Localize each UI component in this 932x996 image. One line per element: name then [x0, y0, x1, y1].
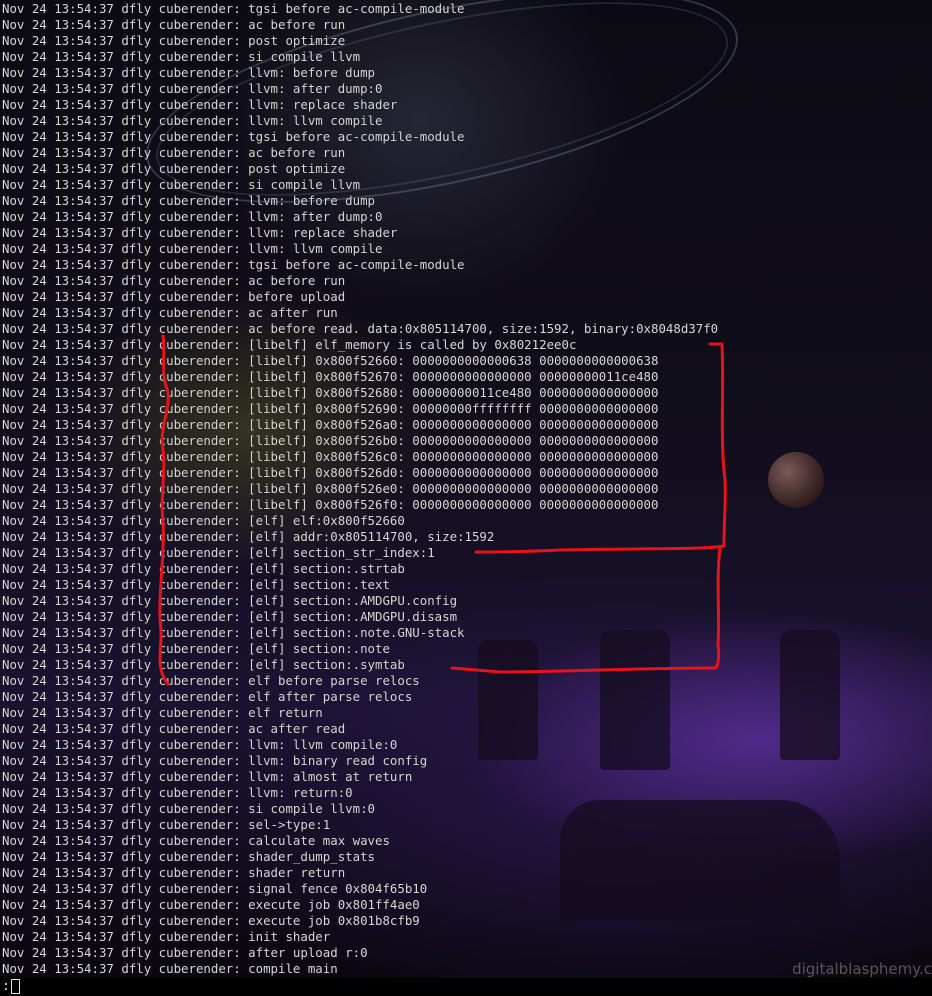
pager-prompt[interactable]: :	[0, 978, 932, 996]
log-line: Nov 24 13:54:37 dfly cuberender: [elf] s…	[2, 609, 458, 624]
log-line: Nov 24 13:54:37 dfly cuberender: [libelf…	[2, 385, 659, 400]
log-line: Nov 24 13:54:37 dfly cuberender: tgsi be…	[2, 257, 465, 272]
log-line: Nov 24 13:54:37 dfly cuberender: llvm: a…	[2, 209, 383, 224]
log-line: Nov 24 13:54:37 dfly cuberender: compile…	[2, 961, 338, 976]
moon-image	[768, 452, 824, 508]
log-line: Nov 24 13:54:37 dfly cuberender: execute…	[2, 897, 420, 912]
log-line: Nov 24 13:54:37 dfly cuberender: ac afte…	[2, 721, 346, 736]
log-line: Nov 24 13:54:37 dfly cuberender: ac befo…	[2, 321, 719, 336]
log-line: Nov 24 13:54:37 dfly cuberender: llvm: a…	[2, 81, 383, 96]
log-line: Nov 24 13:54:37 dfly cuberender: llvm: r…	[2, 225, 398, 240]
log-line: Nov 24 13:54:37 dfly cuberender: shader …	[2, 865, 346, 880]
log-line: Nov 24 13:54:37 dfly cuberender: post op…	[2, 33, 346, 48]
log-line: Nov 24 13:54:37 dfly cuberender: ac befo…	[2, 145, 346, 160]
log-line: Nov 24 13:54:37 dfly cuberender: si comp…	[2, 177, 361, 192]
log-line: Nov 24 13:54:37 dfly cuberender: [libelf…	[2, 433, 659, 448]
terminal-output[interactable]: Nov 24 13:54:37 dfly cuberender: tgsi be…	[2, 1, 718, 977]
log-line: Nov 24 13:54:37 dfly cuberender: calcula…	[2, 833, 390, 848]
log-line: Nov 24 13:54:37 dfly cuberender: [libelf…	[2, 337, 577, 352]
log-line: Nov 24 13:54:37 dfly cuberender: [elf] s…	[2, 641, 390, 656]
log-line: Nov 24 13:54:37 dfly cuberender: [elf] s…	[2, 545, 435, 560]
log-line: Nov 24 13:54:37 dfly cuberender: llvm: a…	[2, 769, 413, 784]
log-line: Nov 24 13:54:37 dfly cuberender: ac afte…	[2, 305, 338, 320]
log-line: Nov 24 13:54:37 dfly cuberender: [elf] s…	[2, 625, 465, 640]
log-line: Nov 24 13:54:37 dfly cuberender: llvm: r…	[2, 785, 353, 800]
log-line: Nov 24 13:54:37 dfly cuberender: si comp…	[2, 49, 361, 64]
log-line: Nov 24 13:54:37 dfly cuberender: ac befo…	[2, 273, 346, 288]
log-line: Nov 24 13:54:37 dfly cuberender: [elf] s…	[2, 593, 458, 608]
log-line: Nov 24 13:54:37 dfly cuberender: signal …	[2, 881, 428, 896]
log-line: Nov 24 13:54:37 dfly cuberender: [elf] s…	[2, 577, 390, 592]
log-line: Nov 24 13:54:37 dfly cuberender: [elf] s…	[2, 561, 405, 576]
log-line: Nov 24 13:54:37 dfly cuberender: llvm: l…	[2, 241, 383, 256]
log-line: Nov 24 13:54:37 dfly cuberender: tgsi be…	[2, 129, 465, 144]
log-line: Nov 24 13:54:37 dfly cuberender: elf aft…	[2, 689, 413, 704]
log-line: Nov 24 13:54:37 dfly cuberender: [libelf…	[2, 401, 659, 416]
log-line: Nov 24 13:54:37 dfly cuberender: [libelf…	[2, 497, 659, 512]
log-line: Nov 24 13:54:37 dfly cuberender: elf ret…	[2, 705, 323, 720]
log-line: Nov 24 13:54:37 dfly cuberender: before …	[2, 289, 346, 304]
log-line: Nov 24 13:54:37 dfly cuberender: llvm: l…	[2, 113, 383, 128]
text-cursor	[10, 979, 20, 994]
log-line: Nov 24 13:54:37 dfly cuberender: llvm: b…	[2, 753, 428, 768]
log-line: Nov 24 13:54:37 dfly cuberender: llvm: r…	[2, 97, 398, 112]
log-line: Nov 24 13:54:37 dfly cuberender: llvm: b…	[2, 193, 375, 208]
log-line: Nov 24 13:54:37 dfly cuberender: elf bef…	[2, 673, 420, 688]
log-line: Nov 24 13:54:37 dfly cuberender: tgsi be…	[2, 1, 465, 16]
log-line: Nov 24 13:54:37 dfly cuberender: post op…	[2, 161, 346, 176]
log-line: Nov 24 13:54:37 dfly cuberender: [libelf…	[2, 417, 659, 432]
log-line: Nov 24 13:54:37 dfly cuberender: [libelf…	[2, 449, 659, 464]
log-line: Nov 24 13:54:37 dfly cuberender: llvm: l…	[2, 737, 398, 752]
log-line: Nov 24 13:54:37 dfly cuberender: [libelf…	[2, 465, 659, 480]
wallpaper-watermark: digitalblasphemy.c	[792, 960, 932, 978]
log-line: Nov 24 13:54:37 dfly cuberender: ac befo…	[2, 17, 346, 32]
log-line: Nov 24 13:54:37 dfly cuberender: execute…	[2, 913, 420, 928]
log-line: Nov 24 13:54:37 dfly cuberender: after u…	[2, 945, 368, 960]
log-line: Nov 24 13:54:37 dfly cuberender: [libelf…	[2, 369, 659, 384]
log-line: Nov 24 13:54:37 dfly cuberender: [elf] e…	[2, 513, 405, 528]
log-line: Nov 24 13:54:37 dfly cuberender: sel->ty…	[2, 817, 331, 832]
log-line: Nov 24 13:54:37 dfly cuberender: llvm: b…	[2, 65, 375, 80]
prompt-text: :	[2, 979, 10, 994]
log-line: Nov 24 13:54:37 dfly cuberender: init sh…	[2, 929, 331, 944]
log-line: Nov 24 13:54:37 dfly cuberender: [elf] a…	[2, 529, 495, 544]
log-line: Nov 24 13:54:37 dfly cuberender: [elf] s…	[2, 657, 405, 672]
rock-formation	[780, 630, 840, 760]
log-line: Nov 24 13:54:37 dfly cuberender: [libelf…	[2, 481, 659, 496]
log-line: Nov 24 13:54:37 dfly cuberender: shader_…	[2, 849, 375, 864]
log-line: Nov 24 13:54:37 dfly cuberender: [libelf…	[2, 353, 659, 368]
log-line: Nov 24 13:54:37 dfly cuberender: si comp…	[2, 801, 375, 816]
